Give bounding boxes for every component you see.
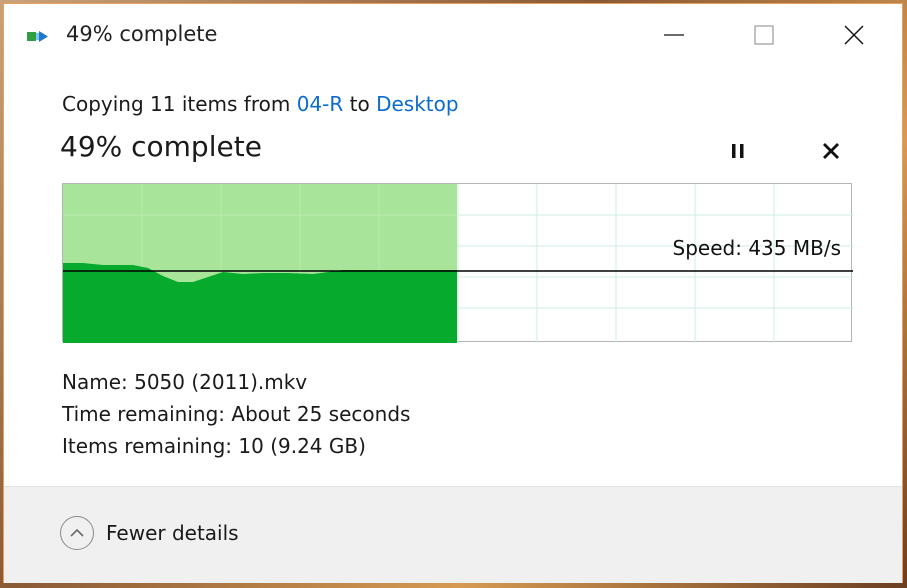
minimize-button[interactable] [632,4,716,66]
dialog-footer: Fewer details [4,487,902,583]
pause-button[interactable] [726,138,750,164]
window-title: 49% complete [66,22,218,46]
items-remaining-row: Items remaining: 10 (9.24 GB) [62,430,410,462]
maximize-button[interactable] [722,4,806,66]
cancel-icon [823,143,839,159]
close-icon [844,25,864,45]
fewer-details-label: Fewer details [106,521,239,545]
chevron-up-icon [60,516,94,550]
progress-heading: 49% complete [60,130,262,163]
details-panel: Name: 5050 (2011).mkv Time remaining: Ab… [62,366,410,462]
title-bar[interactable]: 49% complete [4,4,902,66]
copy-to-word: to [349,92,370,116]
name-value: 5050 (2011).mkv [134,370,308,394]
destination-folder-link[interactable]: Desktop [376,92,458,116]
pause-icon [732,144,744,158]
copy-prefix: Copying 11 items from [62,92,291,116]
speed-graph-canvas [63,184,853,343]
copy-progress-icon [27,31,48,42]
fewer-details-button[interactable]: Fewer details [60,516,239,550]
time-remaining-label: Time remaining: [62,402,226,426]
minimize-icon [664,34,684,36]
copy-dialog-window: 49% complete Copying 11 items from 04-R … [3,3,903,583]
close-button[interactable] [812,4,896,66]
items-remaining-label: Items remaining: [62,434,233,458]
copy-description: Copying 11 items from 04-R to Desktop [62,92,459,116]
source-folder-link[interactable]: 04-R [297,92,344,116]
cancel-copy-button[interactable] [819,138,843,164]
time-remaining-row: Time remaining: About 25 seconds [62,398,410,430]
speed-history-area [63,263,457,343]
speed-label: Speed: 435 MB/s [672,236,841,260]
name-label: Name: [62,370,128,394]
speed-graph: Speed: 435 MB/s [62,183,853,343]
time-remaining-value: About 25 seconds [231,402,411,426]
maximize-icon [754,25,774,45]
items-remaining-value: 10 (9.24 GB) [238,434,366,458]
name-row: Name: 5050 (2011).mkv [62,366,410,398]
